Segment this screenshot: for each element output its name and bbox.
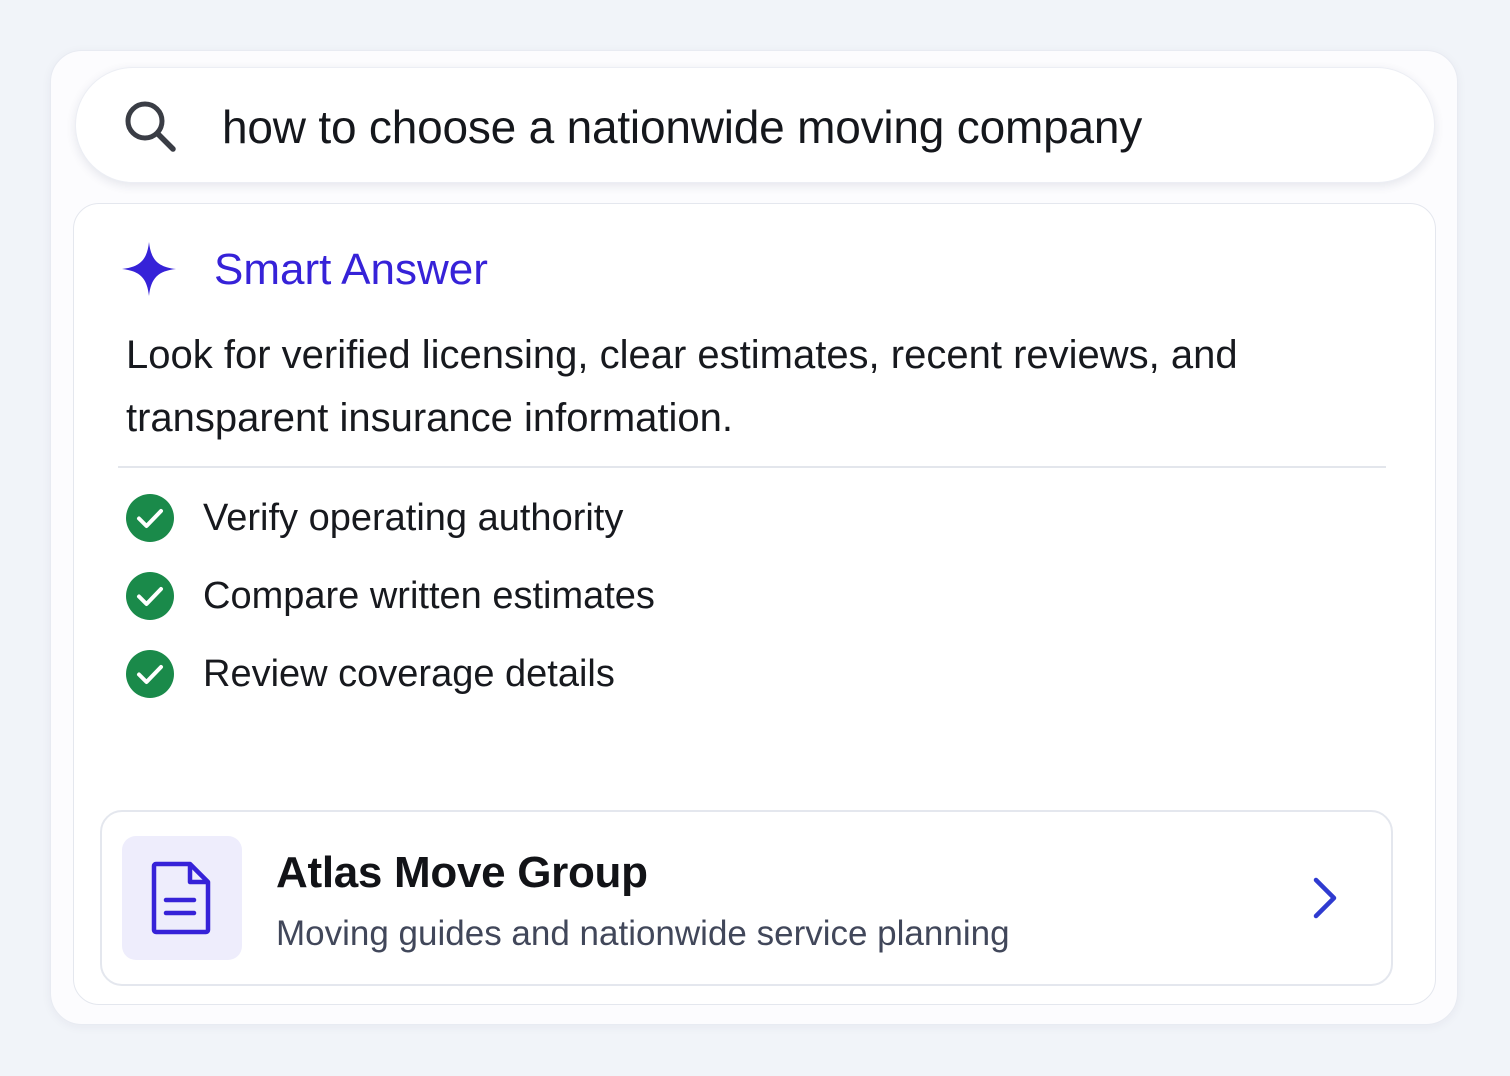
smart-answer-title: Smart Answer <box>214 245 488 294</box>
smart-answer-card: Smart Answer Look for verified licensing… <box>73 203 1436 1005</box>
search-icon[interactable] <box>120 96 180 156</box>
check-circle-icon <box>126 494 174 542</box>
source-description: Moving guides and nationwide service pla… <box>276 914 1010 953</box>
checklist-item-label: Review coverage details <box>203 653 615 695</box>
divider <box>118 466 1386 468</box>
source-title[interactable]: Atlas Move Group <box>276 846 648 900</box>
document-icon <box>151 861 211 935</box>
search-bar[interactable]: how to choose a nationwide moving compan… <box>75 67 1435 183</box>
document-tile <box>122 836 242 960</box>
answer-summary: Look for verified licensing, clear estim… <box>126 333 1238 440</box>
checklist-item-label: Compare written estimates <box>203 575 655 617</box>
search-query[interactable]: how to choose a nationwide moving compan… <box>222 96 1142 158</box>
search-results-panel: how to choose a nationwide moving compan… <box>50 50 1458 1025</box>
check-circle-icon <box>126 572 174 620</box>
sparkle-icon <box>122 242 176 296</box>
source-card[interactable]: Atlas Move Group Moving guides and natio… <box>100 810 1393 986</box>
chevron-right-icon[interactable] <box>1306 874 1342 922</box>
checklist-item-label: Verify operating authority <box>203 497 624 539</box>
check-circle-icon <box>126 650 174 698</box>
